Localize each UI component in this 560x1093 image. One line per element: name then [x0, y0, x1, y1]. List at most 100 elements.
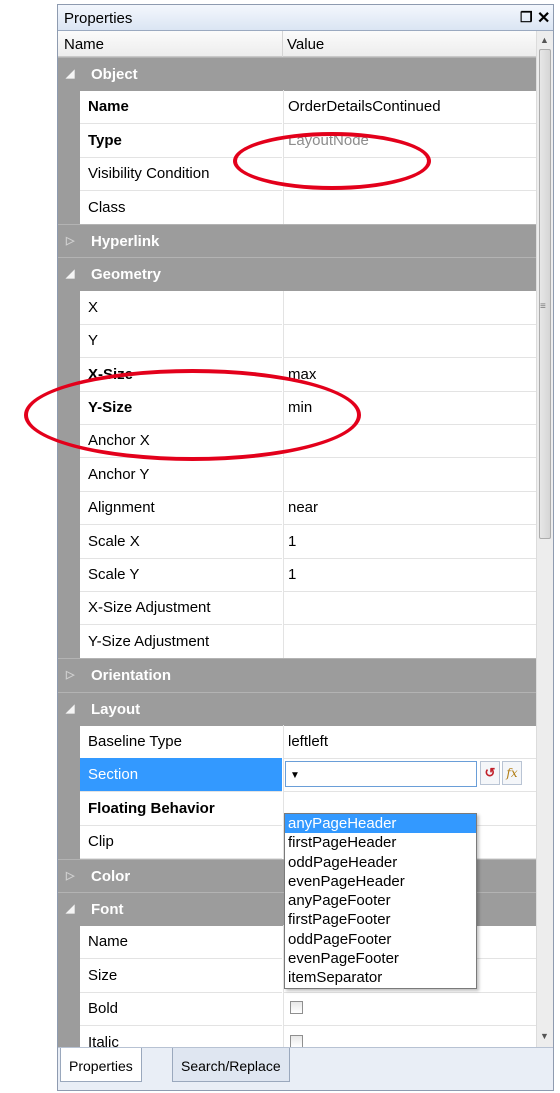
float-window-icon[interactable]: ❐: [520, 9, 533, 26]
category-label: Orientation: [91, 667, 172, 685]
property-value-cell[interactable]: ▼ ↺ fx: [283, 758, 536, 793]
property-value-cell[interactable]: [283, 190, 536, 225]
collapsed-triangle-icon[interactable]: ▷: [66, 234, 74, 247]
scroll-down-arrow-icon[interactable]: ▼: [540, 1031, 549, 1041]
property-name-cell[interactable]: Anchor X: [80, 424, 282, 459]
property-name-cell[interactable]: Y-Size Adjustment: [80, 625, 282, 659]
category-object[interactable]: ◢ Object: [58, 57, 536, 91]
property-value-cell[interactable]: 1: [283, 524, 536, 559]
dropdown-option-evenpageheader[interactable]: evenPageHeader: [285, 872, 476, 891]
property-row-section[interactable]: Section ▼ ↺ fx: [58, 758, 536, 793]
property-name-cell[interactable]: Name: [80, 925, 282, 960]
dropdown-option-oddpagefooter[interactable]: oddPageFooter: [285, 930, 476, 949]
property-name-cell[interactable]: Y-Size: [80, 391, 282, 425]
property-name-cell[interactable]: X: [80, 291, 282, 325]
property-name-cell[interactable]: Bold: [80, 992, 282, 1027]
property-name-cell[interactable]: Scale Y: [80, 558, 282, 592]
property-row-x[interactable]: X: [58, 290, 536, 325]
property-row-baseline-type[interactable]: Baseline Type leftleft: [58, 725, 536, 759]
property-value-cell[interactable]: 1: [283, 558, 536, 592]
italic-checkbox[interactable]: [290, 1034, 303, 1047]
property-name-cell[interactable]: Y: [80, 324, 282, 359]
bold-checkbox[interactable]: [290, 1001, 303, 1015]
property-name-cell[interactable]: Anchor Y: [80, 458, 282, 492]
property-name-cell[interactable]: Clip: [80, 825, 282, 860]
property-row-bold[interactable]: Bold: [58, 992, 536, 1027]
property-row-y-size-adjustment[interactable]: Y-Size Adjustment: [58, 624, 536, 659]
property-value-cell[interactable]: [283, 1025, 536, 1047]
property-row-scale-x[interactable]: Scale X 1: [58, 524, 536, 559]
property-row-x-size-adjustment[interactable]: X-Size Adjustment: [58, 591, 536, 626]
property-row-visibility-condition[interactable]: Visibility Condition: [58, 157, 536, 192]
property-row-italic[interactable]: Italic: [58, 1025, 536, 1047]
property-name-cell[interactable]: Italic: [80, 1026, 282, 1047]
expanded-triangle-icon[interactable]: ◢: [66, 267, 74, 280]
property-row-alignment[interactable]: Alignment near: [58, 491, 536, 526]
property-name-cell[interactable]: Alignment: [80, 491, 282, 526]
dropdown-option-itemseparator[interactable]: itemSeparator: [285, 968, 476, 987]
property-value-cell[interactable]: LayoutNode: [283, 123, 536, 158]
dropdown-option-anypagefooter[interactable]: anyPageFooter: [285, 891, 476, 910]
property-value-cell[interactable]: leftleft: [283, 725, 536, 759]
property-name-cell[interactable]: X-Size: [80, 358, 282, 392]
dropdown-option-anypageheader[interactable]: anyPageHeader: [285, 814, 476, 834]
expanded-triangle-icon[interactable]: ◢: [66, 702, 74, 715]
property-name-cell[interactable]: X-Size Adjustment: [80, 591, 282, 626]
section-select[interactable]: ▼: [285, 761, 477, 788]
tab-search-replace[interactable]: Search/Replace: [172, 1048, 290, 1082]
property-value-cell[interactable]: [283, 157, 536, 192]
property-value-cell[interactable]: [283, 324, 536, 359]
chevron-down-icon[interactable]: ▼: [290, 770, 471, 781]
property-name-cell[interactable]: Visibility Condition: [80, 157, 282, 192]
property-name-cell[interactable]: Scale X: [80, 525, 282, 559]
property-value-cell[interactable]: min: [283, 391, 536, 425]
property-name-cell[interactable]: Size: [80, 959, 282, 993]
property-value-cell[interactable]: [283, 624, 536, 659]
vertical-scrollbar[interactable]: ▲ ≡ ▼: [536, 31, 553, 1047]
tab-properties[interactable]: Properties: [60, 1048, 142, 1082]
property-value-cell[interactable]: OrderDetailsContinued: [283, 90, 536, 125]
property-row-x-size[interactable]: X-Size max: [58, 357, 536, 392]
property-name-cell[interactable]: Section: [80, 758, 282, 793]
property-row-anchor-x[interactable]: Anchor X: [58, 424, 536, 459]
expanded-triangle-icon[interactable]: ◢: [66, 902, 74, 915]
value-column-header[interactable]: Value: [287, 36, 324, 53]
property-value-cell[interactable]: [283, 424, 536, 459]
property-name-cell[interactable]: Baseline Type: [80, 725, 282, 759]
property-row-class[interactable]: Class: [58, 190, 536, 225]
expanded-triangle-icon[interactable]: ◢: [66, 67, 74, 80]
dropdown-option-evenpagefooter[interactable]: evenPageFooter: [285, 949, 476, 968]
property-row-y[interactable]: Y: [58, 324, 536, 359]
dropdown-option-oddpageheader[interactable]: oddPageHeader: [285, 853, 476, 872]
property-name-cell[interactable]: Floating Behavior: [80, 792, 282, 826]
scroll-up-arrow-icon[interactable]: ▲: [540, 35, 549, 45]
scrollbar-thumb[interactable]: [539, 49, 551, 539]
property-row-name[interactable]: Name OrderDetailsContinued: [58, 90, 536, 125]
name-column-header[interactable]: Name: [64, 36, 104, 53]
property-name-cell[interactable]: Class: [80, 191, 282, 225]
column-divider[interactable]: [282, 31, 283, 57]
property-row-type[interactable]: Type LayoutNode: [58, 123, 536, 158]
category-hyperlink[interactable]: ▷ Hyperlink: [58, 224, 536, 258]
dropdown-option-firstpageheader[interactable]: firstPageHeader: [285, 833, 476, 852]
property-row-y-size[interactable]: Y-Size min: [58, 391, 536, 425]
property-value-cell[interactable]: near: [283, 491, 536, 526]
property-value-cell[interactable]: max: [283, 357, 536, 392]
close-icon[interactable]: ✕: [537, 8, 550, 28]
property-name-cell[interactable]: Type: [80, 124, 282, 158]
property-value-cell[interactable]: [283, 290, 536, 325]
category-layout[interactable]: ◢ Layout: [58, 691, 536, 726]
property-value-cell[interactable]: [283, 992, 536, 1027]
property-row-scale-y[interactable]: Scale Y 1: [58, 558, 536, 592]
property-row-anchor-y[interactable]: Anchor Y: [58, 457, 536, 492]
expression-fx-icon[interactable]: fx: [502, 761, 522, 786]
reset-value-icon[interactable]: ↺: [480, 761, 500, 786]
collapsed-triangle-icon[interactable]: ▷: [66, 869, 74, 882]
category-geometry[interactable]: ◢ Geometry: [58, 257, 536, 292]
property-value-cell[interactable]: [283, 457, 536, 492]
category-orientation[interactable]: ▷ Orientation: [58, 658, 536, 693]
dropdown-option-firstpagefooter[interactable]: firstPageFooter: [285, 910, 476, 929]
property-name-cell[interactable]: Name: [80, 90, 282, 125]
collapsed-triangle-icon[interactable]: ▷: [66, 668, 74, 681]
property-value-cell[interactable]: [283, 591, 536, 626]
